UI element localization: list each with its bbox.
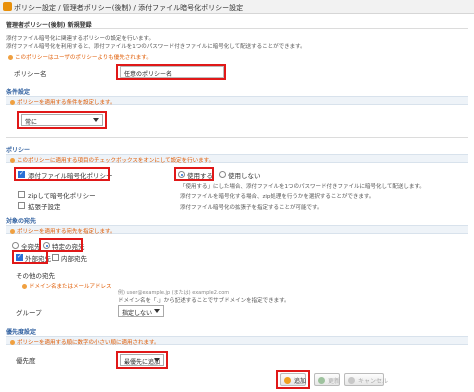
info-icon [10, 99, 15, 105]
all-recipients-radio[interactable] [12, 242, 19, 249]
window-title: ポリシー設定 / 管理者ポリシー(後制) / 添付ファイル暗号化ポリシー設定 [14, 4, 244, 12]
target-section-title: 対象の宛先 [6, 218, 37, 225]
cancel-button[interactable]: キャンセル [344, 373, 388, 386]
add-button[interactable]: 追加 [280, 373, 306, 386]
external-recipient-checkbox[interactable] [16, 253, 23, 261]
use-label: 使用する [187, 172, 213, 180]
info-icon [10, 157, 15, 163]
page-note: このポリシーはユーザのポリシーよりも優先されます。 [8, 53, 152, 61]
zip-description: 添付ファイルを暗号化する場合、zip処理を行うかを選択することができます。 [180, 194, 375, 200]
policy-note: このポリシーに適用する項目のチェックボックスをオンにして設定を行います。 [10, 156, 214, 164]
priority-section-title: 優先度設定 [6, 329, 37, 336]
specific-recipients-label: 特定の宛先 [52, 243, 85, 251]
domain-note: ドメイン名またはメールアドレス [22, 282, 112, 290]
divider [6, 28, 468, 29]
chevron-down-icon [154, 309, 160, 313]
external-recipient-label: 外部宛先 [25, 255, 51, 263]
app-icon [3, 2, 12, 11]
priority-note: ポリシーを適用する順に数字の小さい順に適用されます。 [10, 338, 159, 346]
update-icon [318, 377, 325, 384]
internal-recipient-label: 内部宛先 [61, 255, 87, 263]
info-icon [22, 283, 27, 289]
specific-recipients-radio[interactable] [43, 242, 50, 249]
group-select[interactable]: 指定しない [118, 305, 164, 317]
zip-checkbox[interactable] [18, 191, 25, 198]
chevron-down-icon [154, 358, 160, 362]
ext-label: 拡張子設定 [28, 203, 61, 211]
description-line-2: 添付ファイル暗号化を利用すると、添付ファイルを1つのパスワード付きファイルに暗号… [6, 44, 306, 50]
description-line-1: 添付ファイル暗号化に関連するポリシーの設定を行います。 [6, 36, 154, 42]
attach-encrypt-label: 添付ファイル暗号化ポリシー [28, 172, 113, 180]
window-titlebar: ポリシー設定 / 管理者ポリシー(後制) / 添付ファイル暗号化ポリシー設定 [0, 0, 474, 14]
not-use-radio[interactable] [219, 171, 226, 178]
info-icon [10, 339, 15, 345]
not-use-label: 使用しない [228, 172, 261, 180]
ext-description: 添付ファイル暗号化の拡張子を指定することが可能です。 [180, 205, 323, 211]
internal-recipient-checkbox[interactable] [52, 254, 59, 261]
info-icon [10, 228, 15, 234]
add-icon [284, 377, 291, 384]
condition-note: ポリシーを適用する条件を設定します。 [10, 98, 115, 106]
update-button[interactable]: 更新 [314, 373, 340, 386]
zip-label: zipして暗号化ポリシー [28, 192, 96, 200]
condition-section-title: 条件設定 [6, 89, 31, 96]
condition-select[interactable]: 常に [21, 114, 103, 126]
policy-section-title: ポリシー [6, 147, 31, 154]
attach-encrypt-checkbox[interactable] [18, 170, 25, 178]
priority-select[interactable]: 最優先に追加 [120, 354, 164, 366]
divider [6, 137, 468, 138]
policy-name-input[interactable]: 任意のポリシー名 [120, 66, 224, 78]
use-description: 「使用する」にした場合、添付ファイルを1つのパスワード付きファイルに暗号化して配… [180, 184, 425, 190]
ext-checkbox[interactable] [18, 202, 25, 209]
use-radio[interactable] [178, 171, 185, 178]
other-recipients-label: その他の宛先 [16, 272, 55, 280]
all-recipients-label: 全宛先 [21, 243, 41, 251]
priority-label: 優先度 [16, 357, 36, 365]
policy-name-label: ポリシー名 [14, 70, 47, 78]
target-note: ポリシーを適用する宛先を指定します。 [10, 227, 115, 235]
subdomain-note: ドメイン名を「.」から記述することでサブドメインを指定できます。 [118, 298, 290, 304]
group-label: グループ [16, 309, 42, 317]
domain-example: 例) user@example.jp (または) example2.com [118, 290, 230, 296]
cancel-icon [348, 377, 355, 384]
info-icon [8, 54, 13, 60]
chevron-down-icon [93, 118, 99, 122]
